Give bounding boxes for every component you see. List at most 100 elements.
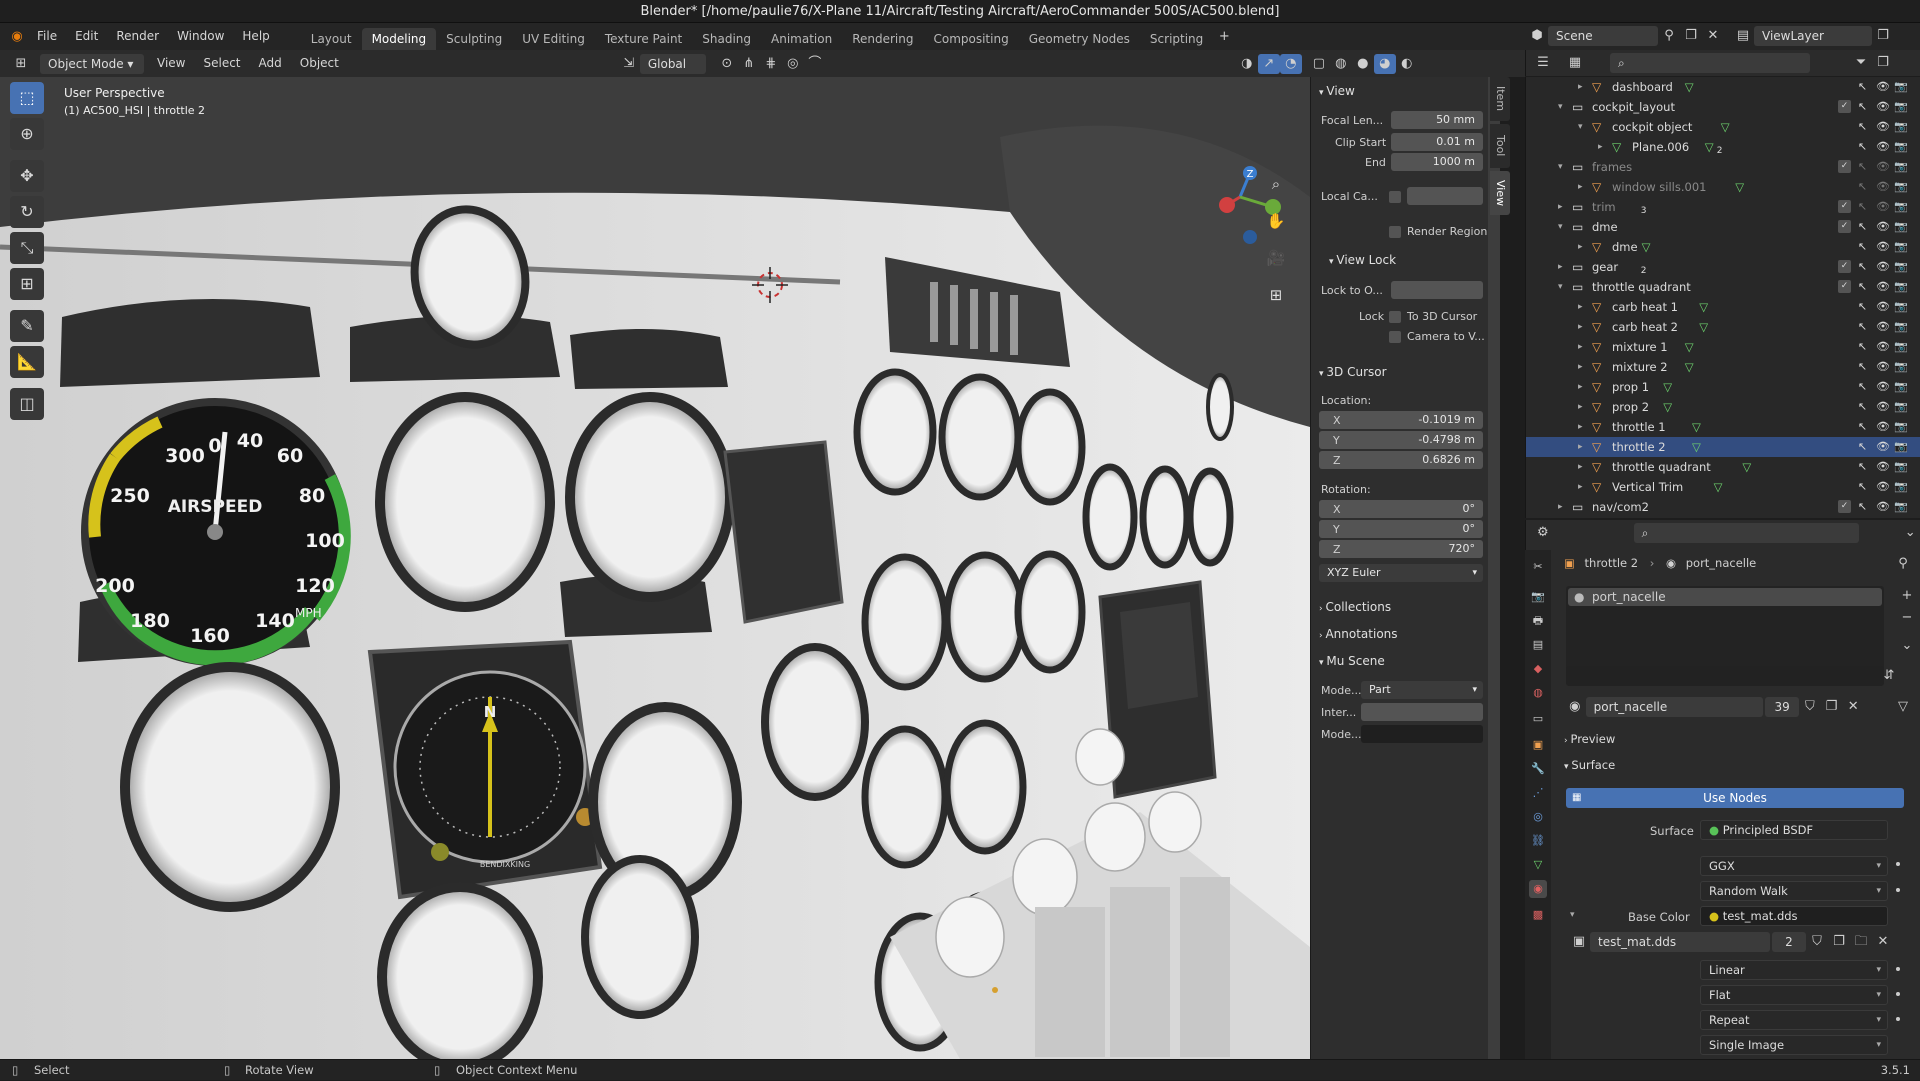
scale-tool[interactable]: ⤡ [10,232,44,264]
select-toggle-icon[interactable]: ↖ [1856,360,1869,373]
material-tab-icon[interactable]: ◉ [1529,880,1547,898]
new-collection-icon[interactable]: ❐ [1872,53,1894,73]
outliner-item[interactable]: ▸ ▭ trim 3 ✓ ↖ 👁 📷 [1526,197,1920,217]
render-camera-icon[interactable]: 📷 [1894,180,1908,193]
editor-type-icon[interactable]: ⊞ [10,54,32,74]
select-toggle-icon[interactable]: ↖ [1856,240,1869,253]
expand-toggle-icon[interactable]: ▾ [1558,97,1568,117]
outliner-item[interactable]: ▸ ▽ mixture 2 ▽ ↖ 👁 📷 [1526,357,1920,377]
material-slot-list[interactable]: ● port_nacelle [1566,586,1884,674]
lock-camera-checkbox[interactable] [1389,331,1401,343]
exclude-checkbox[interactable]: ✓ [1838,220,1851,233]
orientation-selector[interactable]: Global [639,53,706,74]
visibility-eye-icon[interactable]: 👁 [1876,300,1890,313]
render-camera-icon[interactable]: 📷 [1894,120,1908,133]
render-camera-icon[interactable]: 📷 [1894,440,1908,453]
texture-tab-icon[interactable]: ▩ [1529,906,1547,924]
visibility-eye-icon[interactable]: 👁 [1876,320,1890,333]
expand-toggle-icon[interactable]: ▸ [1578,317,1588,337]
material-user-count[interactable]: 39 [1765,697,1799,717]
surface-panel-header[interactable]: ▾ Surface [1564,758,1615,772]
local-camera-checkbox[interactable] [1389,191,1401,203]
select-toggle-icon[interactable]: ↖ [1856,320,1869,333]
close-scene-icon[interactable]: ✕ [1702,26,1724,46]
mu-inter-field[interactable] [1361,703,1483,721]
distribution-keyframe-dot[interactable] [1896,862,1900,866]
rotate-tool[interactable]: ↻ [10,196,44,228]
visibility-eye-icon[interactable]: 👁 [1876,160,1890,173]
select-toggle-icon[interactable]: ↖ [1856,460,1869,473]
outliner-item[interactable]: ▸ ▽ throttle quadrant ▽ ↖ 👁 📷 [1526,457,1920,477]
mu-mode-dropdown[interactable]: Part ▾ [1361,681,1483,699]
expand-toggle-icon[interactable]: ▸ [1578,397,1588,417]
expand-toggle-icon[interactable]: ▾ [1558,217,1568,237]
render-camera-icon[interactable]: 📷 [1894,140,1908,153]
snap-icon[interactable]: ⋔ [738,54,760,74]
outliner-item[interactable]: ▸ ▽ throttle 1 ▽ ↖ 👁 📷 [1526,417,1920,437]
mu-mode2-field[interactable] [1361,725,1483,743]
menu-help[interactable]: Help [233,23,278,50]
lock-cursor-checkbox[interactable] [1389,311,1401,323]
exclude-checkbox[interactable]: ✓ [1838,160,1851,173]
filter-icon[interactable]: ⏷ [1850,53,1872,73]
solid-shading-icon[interactable]: ● [1352,54,1374,74]
measure-tool[interactable]: 📐 [10,346,44,378]
render-camera-icon[interactable]: 📷 [1894,460,1908,473]
workspace-tab-sculpting[interactable]: Sculpting [436,28,512,50]
image-source-dropdown[interactable]: Single Image ▾ [1700,1035,1888,1055]
visibility-eye-icon[interactable]: 👁 [1876,280,1890,293]
outliner-editor-icon[interactable]: ☰ [1532,53,1554,73]
image-fake-user-icon[interactable]: ⛉ [1806,932,1828,952]
outliner-item[interactable]: ▾ ▭ dme ✓ ↖ 👁 📷 [1526,217,1920,237]
3d-cursor-header[interactable]: ▾ 3D Cursor [1311,361,1489,383]
pin-icon[interactable]: ⚲ [1658,26,1680,46]
expand-toggle-icon[interactable]: ▸ [1578,417,1588,437]
exclude-checkbox[interactable]: ✓ [1838,500,1851,513]
visibility-eye-icon[interactable]: 👁 [1876,420,1890,433]
expand-toggle-icon[interactable]: ▸ [1578,437,1588,457]
base-color-field[interactable]: ● test_mat.dds [1700,906,1888,926]
local-camera-field[interactable] [1407,187,1483,205]
select-toggle-icon[interactable]: ↖ [1856,440,1869,453]
lock-object-field[interactable] [1391,281,1483,299]
visibility-eye-icon[interactable]: 👁 [1876,180,1890,193]
collection-tab-icon[interactable]: ▭ [1529,710,1547,728]
gizmo-icon[interactable]: ↗ [1257,53,1280,74]
unlink-material-icon[interactable]: ✕ [1842,697,1864,717]
projection-dropdown[interactable]: Flat ▾ [1700,985,1888,1005]
xray-icon[interactable]: ▢ [1308,54,1330,74]
image-name-field[interactable]: test_mat.dds [1590,932,1770,952]
expand-toggle-icon[interactable]: ▾ [1578,117,1588,137]
rotation-mode-dropdown[interactable]: XYZ Euler ▾ [1319,564,1483,582]
loc-x-field[interactable]: -0.1019 m [1319,411,1483,429]
sort-icon[interactable]: ⇵ [1878,666,1900,686]
visibility-eye-icon[interactable]: 👁 [1876,140,1890,153]
visibility-icon[interactable]: ◑ [1236,54,1258,74]
new-scene-icon[interactable]: ❐ [1680,26,1702,46]
render-camera-icon[interactable]: 📷 [1894,320,1908,333]
workspace-tab-layout[interactable]: Layout [301,28,362,50]
render-camera-icon[interactable]: 📷 [1894,380,1908,393]
select-toggle-icon[interactable]: ↖ [1856,120,1869,133]
visibility-eye-icon[interactable]: 👁 [1876,260,1890,273]
object-tab-icon[interactable]: ▣ [1529,736,1547,754]
interpolation-dropdown[interactable]: Linear ▾ [1700,960,1888,980]
duplicate-material-icon[interactable]: ❐ [1821,697,1843,717]
world-tab-icon[interactable]: ◍ [1529,684,1547,702]
falloff-icon[interactable]: ⌒ [804,54,826,74]
select-toggle-icon[interactable]: ↖ [1856,180,1869,193]
viewport-menu-view[interactable]: View [148,50,194,77]
clip-start-field[interactable]: 0.01 m [1391,133,1483,151]
view-layer-icon[interactable]: ▤ [1732,26,1754,46]
menu-window[interactable]: Window [168,23,233,50]
select-toggle-icon[interactable]: ↖ [1856,500,1869,513]
properties-editor-icon[interactable]: ⚙ [1532,523,1554,543]
visibility-eye-icon[interactable]: 👁 [1876,220,1890,233]
visibility-eye-icon[interactable]: 👁 [1876,120,1890,133]
display-mode-icon[interactable]: ▦ [1564,53,1586,73]
surface-shader-field[interactable]: ● Principled BSDF [1700,820,1888,840]
image-browse-icon[interactable]: ▣ [1568,932,1590,952]
menu-edit[interactable]: Edit [66,23,107,50]
outliner-item[interactable]: ▸ ▽ window sills.001 ▽ ↖ 👁 📷 [1526,177,1920,197]
rot-x-field[interactable]: 0° [1319,500,1483,518]
